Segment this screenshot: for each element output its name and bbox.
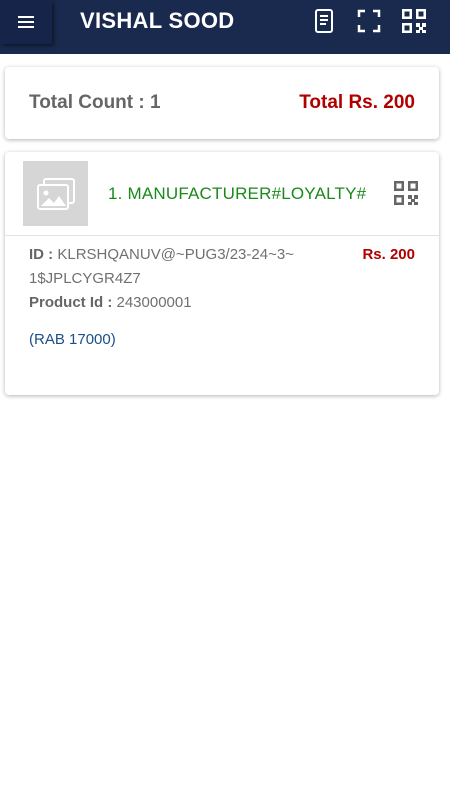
item-id-row: ID : KLRSHQANUV@~PUG3/23-24~3~ [29,244,294,266]
total-count: Total Count : 1 [29,92,161,113]
id-value-line1: KLRSHQANUV@~PUG3/23-24~3~ [57,246,294,263]
menu-button[interactable] [0,0,52,44]
product-id-label: Product Id : [29,294,113,311]
divider [5,235,439,236]
product-thumbnail [23,161,88,226]
app-bar: VISHAL SOOD [0,0,450,54]
total-amount: Total Rs. 200 [299,92,415,113]
id-label: ID : [29,246,54,263]
scan-button[interactable] [354,6,384,36]
qr-code-icon [402,9,426,33]
summary-card: Total Count : 1 Total Rs. 200 [5,67,439,139]
item-note: (RAB 17000) [29,331,116,348]
item-title: 1. MANUFACTURER#LOYALTY# [108,184,367,203]
qr-code-icon[interactable] [393,180,419,206]
product-id-row: Product Id : 243000001 [29,292,192,314]
product-id-value: 243000001 [116,294,192,311]
item-price: Rs. 200 [362,246,415,263]
qr-scan-button[interactable] [399,6,429,36]
scan-frame-icon [357,9,381,33]
document-button[interactable] [309,6,339,36]
document-icon [315,9,333,33]
id-value-line2: 1$JPLCYGR4Z7 [29,270,141,287]
page-title: VISHAL SOOD [80,8,235,33]
menu-icon [18,16,34,28]
list-item[interactable]: 1. MANUFACTURER#LOYALTY# ID : KLRSHQANUV… [5,152,439,395]
image-placeholder-icon [36,177,75,210]
